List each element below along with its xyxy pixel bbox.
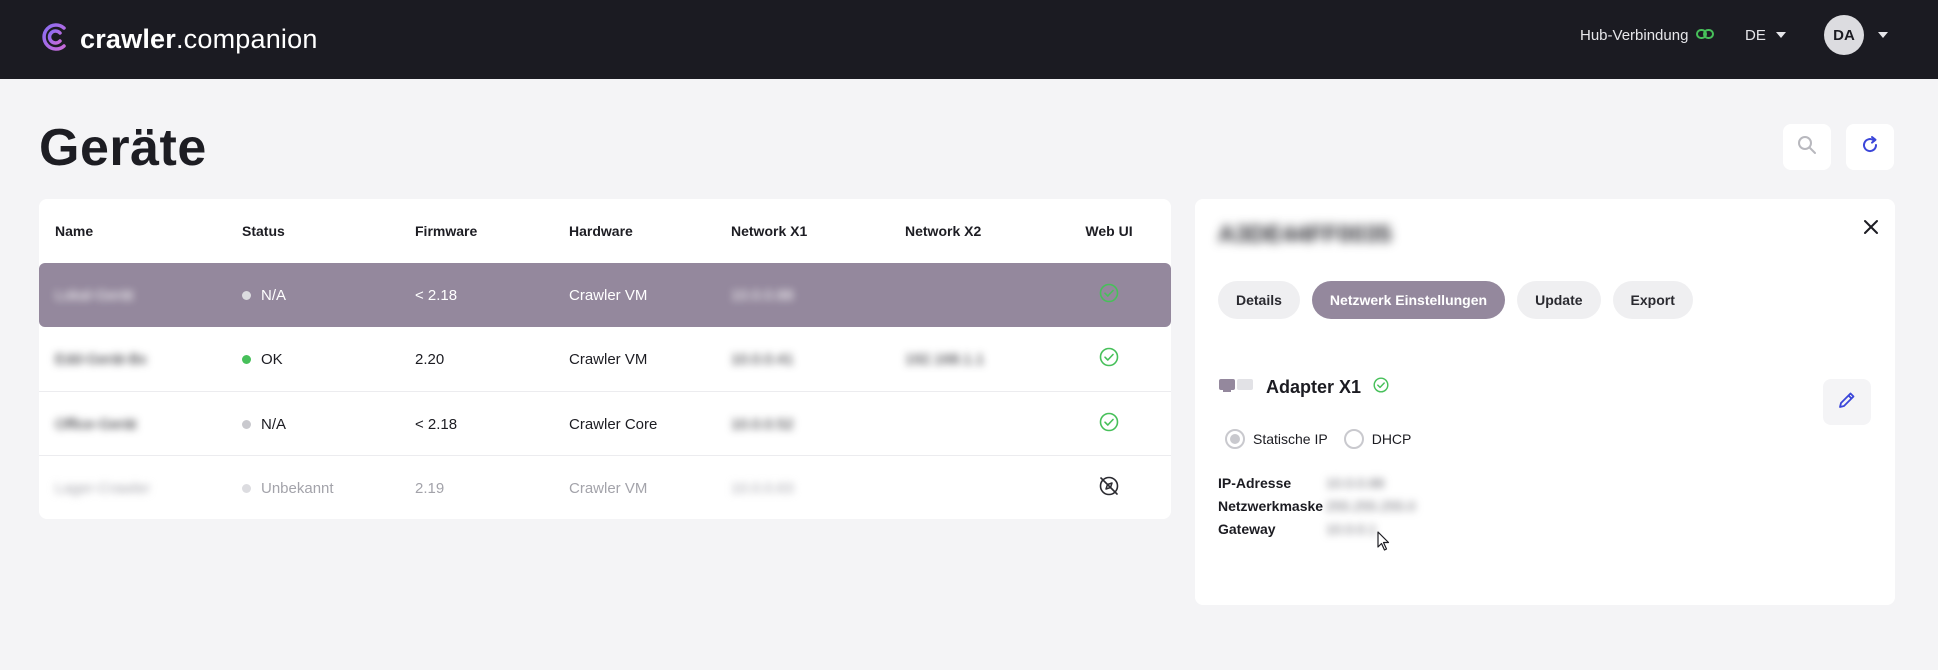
dhcp-label: DHCP: [1371, 431, 1412, 447]
device-hardware: Crawler VM: [569, 479, 648, 497]
static-ip-label: Statische IP: [1253, 431, 1328, 447]
column-header-name[interactable]: Name: [55, 199, 93, 263]
app-name: crawler.companion: [80, 23, 318, 54]
ethernet-port-icon: [1218, 377, 1254, 398]
web-ui-link[interactable]: [1079, 392, 1139, 456]
pencil-icon: [1837, 390, 1857, 415]
close-icon: [1863, 219, 1879, 240]
status-dot-icon: [242, 483, 251, 493]
app-logo[interactable]: crawler.companion: [38, 19, 318, 59]
hub-connection-label: Hub-Verbindung: [1580, 26, 1689, 44]
offline-compass-icon: [1098, 475, 1120, 501]
column-header-status[interactable]: Status: [242, 199, 285, 263]
adapter-title: Adapter X1: [1266, 377, 1362, 397]
tab-export[interactable]: Export: [1612, 281, 1693, 319]
status-dot-icon: [242, 419, 251, 429]
network-fields: IP-Adresse 10.0.0.88 Netzwerkmaske 255.2…: [1218, 471, 1416, 540]
static-ip-radio[interactable]: [1225, 429, 1245, 449]
device-network-x1: 10.0.0.41: [731, 350, 794, 368]
close-button[interactable]: [1859, 217, 1883, 241]
field-value: 10.0.0.1: [1326, 520, 1377, 537]
adapter-header: Adapter X1: [1218, 377, 1389, 398]
status-dot-icon: [242, 290, 251, 300]
tab-update[interactable]: Update: [1517, 281, 1601, 319]
device-status: OK: [242, 327, 283, 391]
field-label: Gateway: [1218, 520, 1276, 537]
device-name: Lager-Crawler: [55, 479, 151, 497]
edit-button[interactable]: [1823, 379, 1871, 425]
crawler-logo-icon: [38, 20, 72, 59]
device-status: N/A: [242, 263, 286, 327]
device-firmware: < 2.18: [415, 286, 458, 304]
device-status: Unbekannt: [242, 456, 334, 520]
web-ui-link[interactable]: [1079, 327, 1139, 391]
device-name: Lokal-Gerät: [55, 286, 134, 304]
device-status: N/A: [242, 392, 286, 456]
device-detail-title: A3DE44FF0035: [1218, 221, 1392, 248]
field-label: IP-Adresse: [1218, 474, 1292, 491]
column-header-web-ui[interactable]: Web UI: [1079, 199, 1139, 263]
avatar: DA: [1824, 15, 1864, 55]
device-hardware: Crawler Core: [569, 415, 658, 433]
ip-mode-radio-group: Statische IP DHCP: [1225, 429, 1411, 449]
language-selector[interactable]: DE: [1745, 25, 1786, 45]
device-firmware: 2.19: [415, 479, 445, 497]
device-network-x2: 192.168.1.1: [905, 350, 985, 368]
search-icon: [1797, 135, 1817, 160]
check-circle-icon: [1099, 412, 1119, 436]
field-value: 10.0.0.88: [1326, 474, 1385, 491]
column-header-network-x1[interactable]: Network X1: [731, 199, 807, 263]
language-label: DE: [1745, 26, 1766, 44]
column-header-hardware[interactable]: Hardware: [569, 199, 633, 263]
device-firmware: < 2.18: [415, 415, 458, 433]
user-menu[interactable]: DA: [1824, 15, 1888, 55]
field-ip-address: IP-Adresse 10.0.0.88: [1218, 471, 1416, 494]
table-row[interactable]: Lokal-Gerät N/A < 2.18 Crawler VM 10.0.0…: [39, 263, 1171, 327]
device-name: Edd-Gerät-Bx: [55, 350, 147, 368]
top-bar: crawler.companion Hub-Verbindung DE DA: [0, 0, 1938, 79]
field-netmask: Netzwerkmaske 255.255.255.0: [1218, 494, 1416, 517]
device-hardware: Crawler VM: [569, 350, 648, 368]
search-button[interactable]: [1783, 124, 1831, 170]
status-dot-icon: [242, 354, 251, 364]
web-ui-link[interactable]: [1079, 263, 1139, 327]
device-network-x1: 10.0.0.52: [731, 415, 794, 433]
check-circle-icon: [1099, 347, 1119, 371]
refresh-button[interactable]: [1846, 124, 1894, 170]
refresh-icon: [1860, 135, 1880, 160]
check-circle-icon: [1373, 377, 1389, 398]
column-header-network-x2[interactable]: Network X2: [905, 199, 981, 263]
field-value: 255.255.255.0: [1326, 497, 1416, 514]
tab-network-settings[interactable]: Netzwerk Einstellungen: [1311, 281, 1506, 319]
device-network-x1: 10.0.0.63: [731, 479, 794, 497]
device-hardware: Crawler VM: [569, 286, 648, 304]
device-firmware: 2.20: [415, 350, 445, 368]
link-icon: [1696, 27, 1715, 44]
detail-tabs: Details Netzwerk Einstellungen Update Ex…: [1218, 281, 1693, 319]
web-ui-unavailable: [1079, 456, 1139, 520]
tab-details[interactable]: Details: [1218, 281, 1300, 319]
page-title: Geräte: [39, 119, 207, 177]
table-row[interactable]: Office-Gerät N/A < 2.18 Crawler Core 10.…: [39, 391, 1171, 455]
chevron-down-icon: [1878, 32, 1888, 38]
device-name: Office-Gerät: [55, 415, 137, 433]
mouse-cursor-icon: [1377, 531, 1391, 556]
devices-table: Name Status Firmware Hardware Network X1…: [39, 199, 1171, 519]
chevron-down-icon: [1775, 32, 1786, 38]
dhcp-radio[interactable]: [1343, 429, 1364, 449]
table-row[interactable]: Lager-Crawler Unbekannt 2.19 Crawler VM …: [39, 455, 1171, 519]
table-header: Name Status Firmware Hardware Network X1…: [39, 199, 1171, 263]
device-network-x1: 10.0.0.88: [731, 286, 794, 304]
column-header-firmware[interactable]: Firmware: [415, 199, 477, 263]
table-row[interactable]: Edd-Gerät-Bx OK 2.20 Crawler VM 10.0.0.4…: [39, 327, 1171, 391]
device-detail-panel: A3DE44FF0035 Details Netzwerk Einstellun…: [1195, 199, 1895, 605]
check-circle-icon: [1099, 283, 1119, 307]
field-label: Netzwerkmaske: [1218, 497, 1324, 514]
hub-connection[interactable]: Hub-Verbindung: [1580, 25, 1715, 45]
